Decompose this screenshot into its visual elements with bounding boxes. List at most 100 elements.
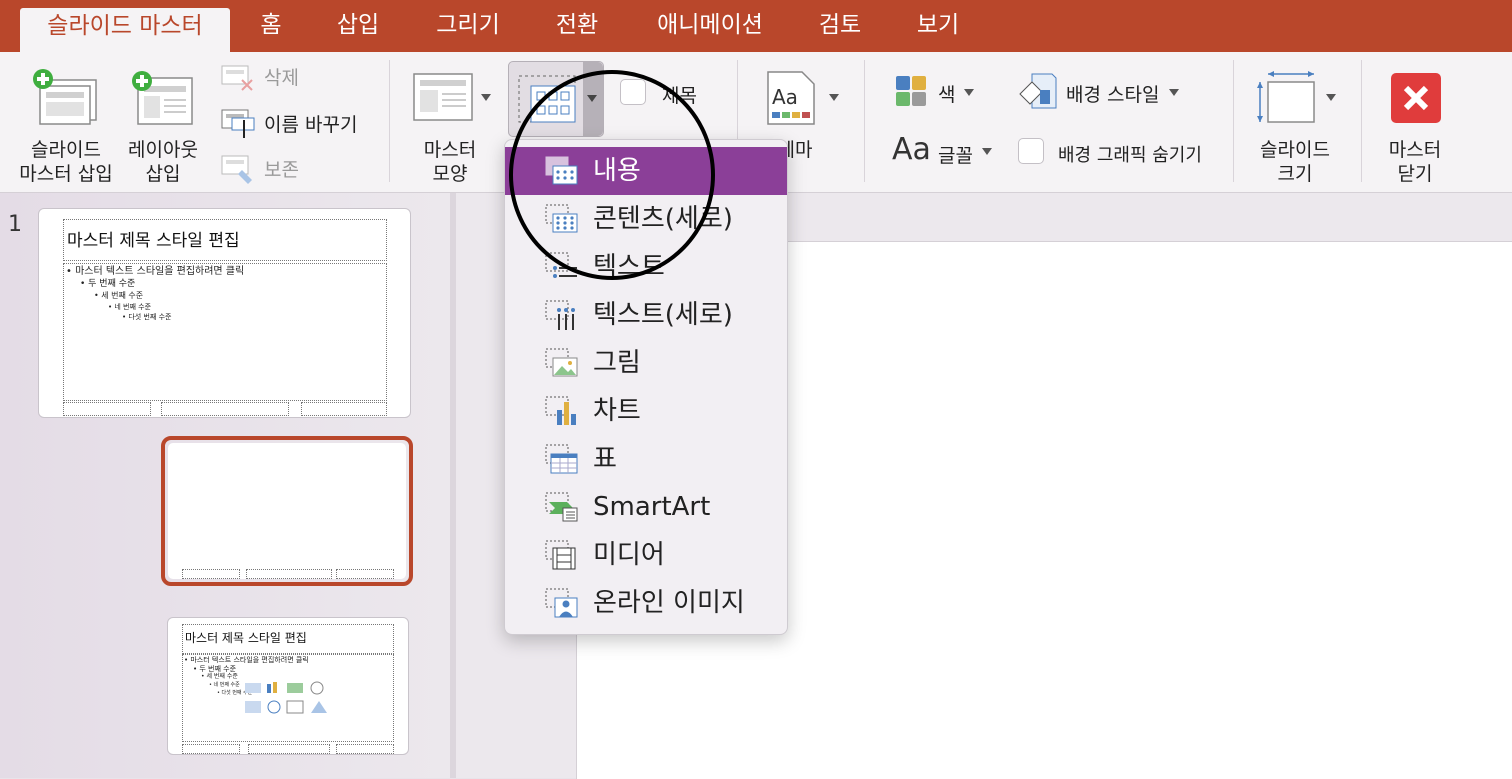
preserve-label: 보존 [264, 159, 299, 181]
ribbon-separator [864, 60, 865, 182]
table-icon [545, 444, 578, 474]
level1-text: • 마스터 텍스트 스타일을 편집하려면 클릭 [66, 266, 245, 277]
master-layout-icon [413, 73, 473, 121]
picture-icon [545, 348, 578, 377]
chevron-down-icon [481, 94, 491, 101]
date-placeholder [63, 402, 151, 416]
delete-icon [221, 65, 253, 91]
close-master-label-2: 닫기 [1397, 163, 1433, 185]
title-placeholder: 마스터 제목 스타일 편집 [182, 624, 394, 654]
colors-label: 색 [938, 84, 956, 106]
date-placeholder [182, 569, 240, 579]
tab-review[interactable]: 검토 [804, 0, 876, 52]
chevron-down-icon [964, 89, 974, 96]
tab-draw[interactable]: 그리기 [422, 0, 514, 52]
level3-text: • 세 번째 수준 [94, 291, 144, 300]
theme-icon: Aa [767, 71, 815, 125]
rename-icon [221, 109, 255, 138]
chevron-down-icon [1169, 89, 1179, 96]
title-placeholder: 마스터 제목 스타일 편집 [63, 219, 387, 261]
slide-number-placeholder [336, 569, 394, 579]
tab-view[interactable]: 보기 [900, 0, 976, 52]
tab-animations[interactable]: 애니메이션 [640, 0, 780, 52]
online-image-icon [545, 588, 578, 618]
layout-slide-surface [168, 443, 406, 579]
chevron-down-icon [829, 94, 839, 101]
svg-text:Aa: Aa [772, 85, 798, 109]
date-placeholder [182, 744, 240, 754]
master-slide-thumbnail[interactable]: 마스터 제목 스타일 편집 • 마스터 텍스트 스타일을 편집하려면 클릭 • … [38, 208, 411, 418]
menu-item-label: SmartArt [593, 492, 711, 522]
insert-layout-icon [132, 71, 193, 125]
menu-item-table[interactable]: 표 [505, 435, 787, 483]
media-icon [545, 540, 576, 570]
chevron-down-icon [982, 148, 992, 155]
hide-background-graphics-label: 배경 그래픽 숨기기 [1058, 145, 1202, 166]
slide-number: 1 [8, 212, 22, 237]
level3-text: • 세 번째 수준 [201, 673, 238, 680]
chevron-down-icon [1326, 94, 1336, 101]
level2-text: • 두 번째 수준 [80, 279, 136, 289]
font-aa-icon: Aa [892, 132, 931, 167]
vertical-text-icon [545, 300, 575, 330]
menu-item-media[interactable]: 미디어 [505, 531, 787, 579]
close-icon [1391, 73, 1441, 123]
smartart-icon [545, 492, 578, 522]
ribbon-tab-bar: 슬라이드 마스터 홈 삽입 그리기 전환 애니메이션 검토 보기 [0, 0, 1512, 52]
footer-placeholder [161, 402, 289, 416]
content-placeholder-icons [245, 681, 327, 714]
slide-size-icon [1257, 71, 1315, 123]
close-master-label-1: 마스터 [1388, 139, 1442, 161]
fonts-label: 글꼴 [938, 145, 973, 167]
master-layout-label-1: 마스터 [423, 139, 477, 161]
master-layout-label-2: 모양 [432, 163, 468, 185]
insert-layout-label-1: 레이아웃 [128, 139, 198, 161]
menu-item-picture[interactable]: 그림 [505, 339, 787, 387]
insert-slide-master-icon [33, 69, 97, 125]
menu-item-chart[interactable]: 차트 [505, 387, 787, 435]
menu-item-smartart[interactable]: SmartArt [505, 483, 787, 531]
menu-item-label: 텍스트(세로) [593, 300, 733, 330]
footer-placeholder [248, 744, 330, 754]
hide-background-graphics-checkbox[interactable] [1018, 138, 1044, 164]
level5-text: • 다섯 번째 수준 [122, 313, 172, 321]
slide-number-placeholder [301, 402, 387, 416]
body-placeholder: • 마스터 텍스트 스타일을 편집하려면 클릭 • 두 번째 수준 • 세 번째… [63, 263, 387, 401]
tab-insert[interactable]: 삽입 [318, 0, 398, 52]
slide-size-label-1: 슬라이드 [1260, 139, 1330, 161]
annotation-circle [509, 70, 715, 280]
insert-master-label-1: 슬라이드 [31, 139, 101, 161]
footer-placeholder [246, 569, 332, 579]
insert-layout-label-2: 삽입 [145, 163, 181, 185]
insert-master-label-2: 마스터 삽입 [19, 163, 113, 185]
level4-text: • 네 번째 수준 [108, 303, 152, 311]
layout-thumbnail-selected[interactable] [161, 436, 413, 586]
delete-label: 삭제 [264, 67, 299, 89]
layout-thumbnail-content[interactable]: 마스터 제목 스타일 편집 • 마스터 텍스트 스타일을 편집하려면 클릭 • … [167, 617, 409, 755]
ribbon-separator [1361, 60, 1362, 182]
menu-item-label: 미디어 [593, 540, 665, 570]
slide-number-placeholder [336, 744, 394, 754]
preserve-icon [221, 155, 252, 184]
menu-item-label: 온라인 이미지 [593, 588, 745, 618]
master-title-text: 마스터 제목 스타일 편집 [67, 231, 240, 251]
color-palette-icon [896, 76, 926, 106]
menu-item-label: 차트 [593, 396, 641, 426]
slide-size-label-2: 크기 [1277, 163, 1313, 185]
background-styles-icon [1019, 73, 1057, 109]
ribbon-separator [389, 60, 390, 182]
body-placeholder: • 마스터 텍스트 스타일을 편집하려면 클릭 • 두 번째 수준 • 세 번째… [182, 654, 394, 742]
background-styles-label: 배경 스타일 [1066, 84, 1160, 106]
menu-item-online-image[interactable]: 온라인 이미지 [505, 579, 787, 627]
menu-item-label: 표 [593, 444, 617, 474]
ribbon-separator [1233, 60, 1234, 182]
chart-icon [545, 396, 576, 425]
menu-item-label: 그림 [593, 348, 641, 378]
tab-transitions[interactable]: 전환 [538, 0, 616, 52]
tab-slide-master[interactable]: 슬라이드 마스터 [20, 8, 230, 52]
tab-home[interactable]: 홈 [240, 0, 302, 52]
level1-text: • 마스터 텍스트 스타일을 편집하려면 클릭 [184, 656, 309, 664]
layout-title-text: 마스터 제목 스타일 편집 [185, 631, 307, 645]
menu-item-vertical-text[interactable]: 텍스트(세로) [505, 291, 787, 339]
level2-text: • 두 번째 수준 [193, 665, 237, 673]
